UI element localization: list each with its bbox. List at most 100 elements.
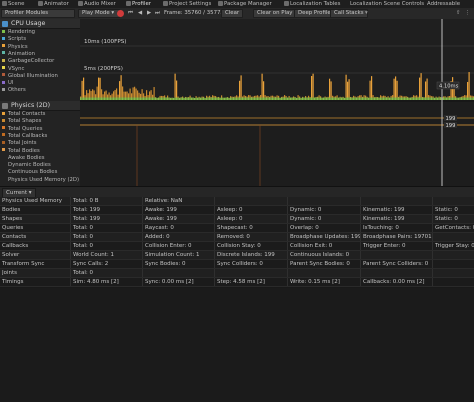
tab-profiler[interactable]: Profiler (126, 0, 151, 8)
cpu-frame-bar-rendering (431, 97, 433, 100)
tab-localization-scene-controls[interactable]: Localization Scene Controls (350, 0, 424, 8)
tab-scene[interactable]: Scene (2, 0, 24, 8)
physics-legend-item[interactable]: Dynamic Bodies (2, 162, 51, 169)
cpu-frame-bar-rendering (131, 97, 133, 100)
cpu-frame-bar-rendering (182, 97, 184, 100)
cpu-frame-bar-rendering (95, 97, 97, 100)
previous-frame-icon[interactable]: ◀ (138, 9, 142, 18)
cpu-frame-bar-rendering (312, 97, 314, 100)
cpu-usage-module-header[interactable]: CPU Usage (0, 19, 80, 29)
cpu-legend-item[interactable]: Rendering (2, 29, 35, 36)
next-frame-icon[interactable]: ▶ (147, 9, 151, 18)
cpu-frame-bar (263, 81, 265, 100)
cpu-frame-bar-rendering (326, 97, 328, 100)
cpu-frame-bar-rendering (104, 97, 106, 100)
physics-legend-item[interactable]: Total Bodies (2, 148, 40, 155)
cpu-frame-bar (345, 74, 347, 100)
table-row: Queries Total: 0 Raycast: 0 Shapecast: 0 Ove… (0, 224, 474, 233)
cpu-frame-bar-rendering (161, 97, 163, 100)
cpu-frame-bar-rendering (249, 97, 251, 100)
tab-package-manager[interactable]: Package Manager (218, 0, 272, 8)
tab-audio-mixer[interactable]: Audio Mixer (78, 0, 116, 8)
legend-label: Awake Bodies (8, 154, 45, 161)
cpu-frame-bar-rendering (435, 97, 437, 100)
10ms-line-label: 10ms (100FPS) (84, 39, 126, 45)
cpu-frame-bar-rendering (179, 97, 181, 100)
more-options-icon[interactable]: ⋮ (465, 9, 470, 18)
cpu-legend-item[interactable]: GarbageCollector (2, 58, 54, 65)
tab-project-settings[interactable]: Project Settings (163, 0, 211, 8)
cpu-frame-bar-rendering (363, 97, 365, 100)
cpu-frame-bar-rendering (300, 97, 302, 100)
frame-counter: Frame: 35760 / 35773 (164, 10, 224, 16)
cpu-frame-bar-rendering (315, 97, 317, 100)
cpu-frame-bar-rendering (371, 97, 373, 100)
physics-legend-item[interactable]: Total Callbacks (2, 133, 47, 140)
physics-legend-item[interactable]: Total Contacts (2, 111, 45, 118)
physics-legend-item[interactable]: Total Queries (2, 126, 43, 133)
physics-legend-item[interactable]: Awake Bodies (2, 155, 45, 162)
tab-animator[interactable]: Animator (38, 0, 69, 8)
cpu-legend-item[interactable]: VSync (2, 66, 24, 73)
physics-legend-item[interactable]: Total Shapes (2, 118, 41, 125)
cpu-frame-bar-rendering (225, 97, 227, 100)
table-cell (287, 197, 360, 205)
cpu-frame-bar-rendering (354, 97, 356, 100)
table-cell (142, 269, 214, 277)
cpu-frame-bar-rendering (275, 97, 277, 100)
cpu-legend-item[interactable]: Scripts (2, 36, 26, 43)
cpu-frame-bar-rendering (209, 97, 211, 100)
table-cell: Shapecast: 0 (214, 224, 287, 232)
cpu-frame-bar-rendering (356, 97, 358, 100)
profiler-chart[interactable]: 10ms (100FPS) 5ms (200FPS) 4.10ms 199 19… (80, 19, 474, 186)
cpu-frame-bar-rendering (251, 97, 253, 100)
clear-on-play-toggle[interactable]: Clear on Play (253, 9, 297, 18)
cpu-frame-bar-rendering (401, 97, 403, 100)
physics-legend-item[interactable]: Total Joints (2, 140, 37, 147)
cpu-frame-bar-rendering (180, 97, 182, 100)
physics-legend-item[interactable]: Continuous Bodies (2, 169, 57, 176)
first-frame-icon[interactable]: ⏮ (128, 9, 133, 18)
cpu-frame-bar-rendering (113, 97, 115, 100)
table-cell: Sim: 4.80 ms [2] (70, 278, 142, 286)
cpu-legend-item[interactable]: Animation (2, 51, 35, 58)
cpu-legend-item[interactable]: UI (2, 80, 13, 87)
table-cell: Removed: 0 (214, 233, 287, 241)
cpu-frame-bar-rendering (278, 97, 280, 100)
record-icon[interactable] (117, 10, 124, 17)
cpu-frame-bar (98, 77, 100, 100)
cpu-frame-bar-rendering (293, 97, 295, 100)
physics-legend-item[interactable]: Physics Used Memory (2D) (2, 177, 79, 184)
deep-profile-toggle[interactable]: Deep Profile (294, 9, 335, 18)
cpu-frame-bar-rendering (264, 97, 266, 100)
call-stacks-toggle[interactable]: Call Stacks (330, 9, 368, 18)
clear-button[interactable]: Clear (221, 9, 244, 18)
cpu-frame-bar-rendering (302, 97, 304, 100)
cpu-frame-bar-rendering (185, 97, 187, 100)
last-frame-icon[interactable]: ⏭ (155, 9, 160, 18)
cpu-frame-bar-rendering (320, 97, 322, 100)
physics-2d-module-header[interactable]: Physics (2D) (0, 101, 80, 111)
cpu-frame-bar-rendering (423, 97, 425, 100)
legend-color-swatch (2, 155, 5, 158)
load-icon[interactable]: ⇧ (456, 9, 461, 18)
cpu-legend-item[interactable]: Global Illumination (2, 73, 58, 80)
play-mode-dropdown[interactable]: Play Mode ▾ (78, 9, 120, 18)
row-header: Queries (2, 225, 24, 231)
tab-addressable[interactable]: Addressable (427, 0, 460, 8)
profiler-chart-area[interactable]: 10ms (100FPS) 5ms (200FPS) 4.10ms 199 19… (80, 19, 474, 186)
tab-localization-tables[interactable]: Localization Tables (284, 0, 340, 8)
cpu-legend-item[interactable]: Others (2, 87, 26, 94)
cpu-frame-bar-rendering (386, 97, 388, 100)
chevron-down-icon[interactable]: ▾ (365, 9, 368, 18)
cpu-frame-bar-rendering (467, 97, 469, 100)
profiler-modules-dropdown[interactable]: Profiler Modules (1, 9, 75, 18)
cpu-frame-bar-rendering (296, 97, 298, 100)
cpu-frame-bar-rendering (395, 97, 397, 100)
cpu-legend-item[interactable]: Physics (2, 44, 28, 51)
cpu-frame-bar-rendering (105, 97, 107, 100)
cpu-frame-bar-rendering (360, 97, 362, 100)
cpu-frame-bar-rendering (200, 97, 202, 100)
cpu-frame-bar-rendering (191, 97, 193, 100)
table-cell: Sync Calls: 2 (70, 260, 142, 268)
